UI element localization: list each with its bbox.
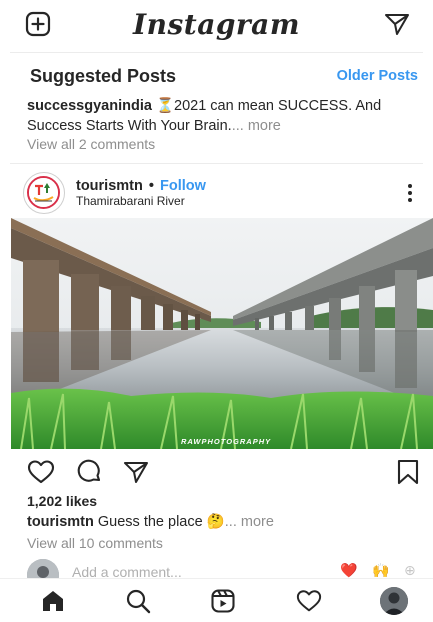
add-comment-row: Add a comment... ❤️ 🙌 ⊕ [0,557,433,579]
save-button[interactable] [394,458,422,486]
add-emoji-icon[interactable]: ⊕ [404,562,416,579]
caption-more-link[interactable]: ... more [225,514,274,530]
nav-search[interactable] [125,588,151,614]
instagram-logo[interactable]: Instagram [0,8,433,41]
post-header: tourismtn • Follow Thamirabarani River [0,172,433,214]
previous-post-view-comments[interactable]: View all 2 comments [27,136,155,152]
heart-icon [27,460,55,484]
top-bar: Instagram [0,0,433,52]
top-divider [10,52,423,53]
quick-raising-hands-emoji[interactable]: 🙌 [372,562,389,579]
view-comments-link[interactable]: View all 10 comments [27,535,163,551]
caption-username[interactable]: tourismtn [27,514,94,530]
reels-icon [211,589,235,613]
more-options-icon [408,184,412,202]
comment-button[interactable] [75,458,103,486]
home-icon [43,591,63,611]
post-options-button[interactable] [407,182,413,204]
search-icon [126,589,151,614]
post-caption: tourismtn Guess the place 🤔... more [27,513,274,530]
likes-count[interactable]: 1,202 likes [27,493,97,509]
suggested-posts-header: Suggested Posts Older Posts [0,62,433,92]
bottom-navigation [0,578,433,622]
bookmark-icon [397,459,419,485]
previous-post-more-link[interactable]: ... more [232,118,281,134]
activity-heart-icon [296,590,322,612]
follow-button[interactable]: Follow [160,178,206,194]
nav-activity[interactable] [296,588,322,614]
share-button[interactable] [122,458,150,486]
quick-heart-emoji[interactable]: ❤️ [340,562,357,579]
separator-dot: • [148,178,154,194]
tourismtn-logo [27,176,60,209]
post-actions [0,458,433,486]
comment-bubble-icon [77,459,101,482]
post-location[interactable]: Thamirabarani River [76,194,185,208]
nav-reels[interactable] [210,588,236,614]
paper-plane-icon [124,462,148,483]
suggested-posts-title: Suggested Posts [30,66,177,86]
direct-messages-button[interactable] [383,10,411,38]
photo-watermark: RAWPHOTOGRAPHY [181,437,272,446]
post-username[interactable]: tourismtn [76,178,143,194]
post-divider [10,163,423,164]
previous-post-username[interactable]: successgyanindia [27,98,152,114]
nav-profile-avatar[interactable] [380,587,408,615]
add-comment-input[interactable]: Add a comment... [72,564,182,579]
older-posts-link[interactable]: Older Posts [337,68,418,84]
previous-post-caption: successgyanindia ⏳2021 can mean SUCCESS.… [27,96,427,136]
paper-plane-icon [385,14,409,35]
post-photo[interactable]: RAWPHOTOGRAPHY [11,218,433,449]
post-avatar[interactable] [23,172,65,214]
caption-text: Guess the place 🤔 [97,514,225,530]
nav-home[interactable] [40,588,66,614]
like-button[interactable] [27,458,55,486]
post-user-line: tourismtn • Follow [76,178,206,194]
commenter-avatar [27,559,59,579]
